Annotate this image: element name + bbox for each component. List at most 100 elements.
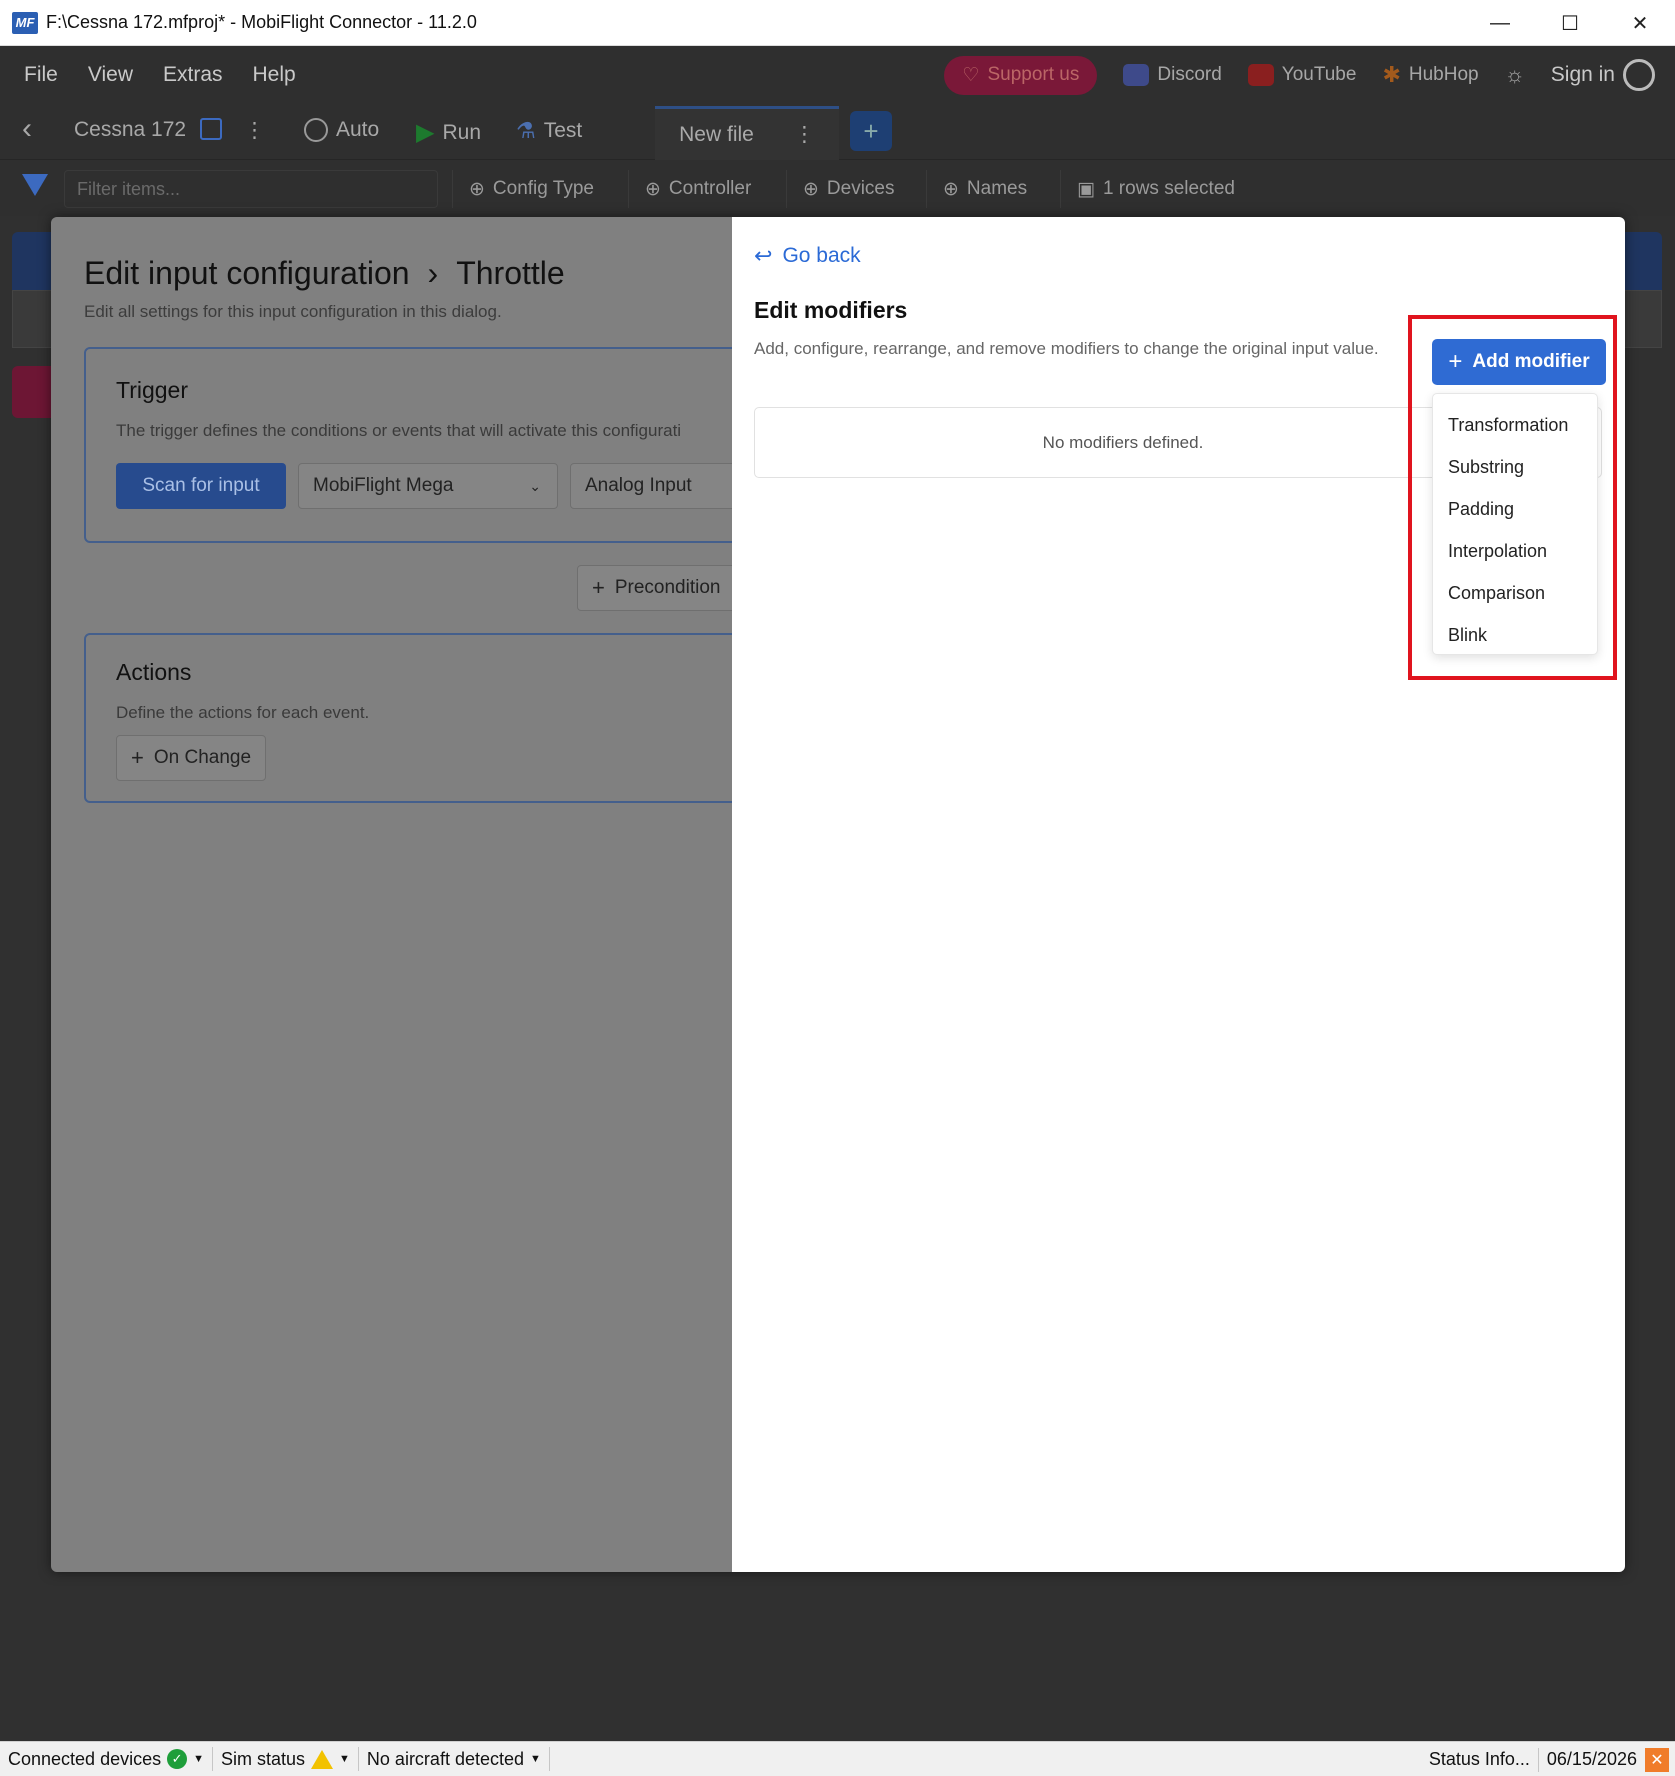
menu-view[interactable]: View — [88, 63, 133, 87]
edit-modifiers-title: Edit modifiers — [754, 297, 908, 323]
sign-in-button[interactable]: Sign in — [1551, 59, 1655, 91]
aircraft-label: No aircraft detected — [366, 1748, 524, 1769]
dialog-subtitle: Edit all settings for this input configu… — [84, 302, 502, 321]
tab-new-file[interactable]: New file ⋮ — [655, 106, 839, 160]
sim-status-label: Sim status — [221, 1748, 306, 1769]
dialog-title: Edit input configuration › Throttle — [84, 255, 565, 292]
caret-down-icon: ▼ — [193, 1753, 204, 1765]
menu-file[interactable]: File — [24, 63, 58, 87]
auto-button[interactable]: Auto — [304, 118, 379, 142]
user-icon — [1623, 59, 1655, 91]
modifier-type-dropdown: Transformation Substring Padding Interpo… — [1432, 393, 1598, 655]
edit-input-dialog: Edit input configuration › Throttle Edit… — [51, 217, 1625, 1572]
chip-names[interactable]: ⊕ Names — [926, 170, 1027, 208]
actions-description: Define the actions for each event. — [116, 703, 370, 722]
hubhop-link[interactable]: ✱ HubHop — [1382, 62, 1478, 88]
dropdown-item-blink[interactable]: Blink — [1433, 614, 1597, 656]
chip-label: Names — [966, 178, 1028, 199]
add-on-change-button[interactable]: + On Change — [116, 735, 267, 781]
select-box-icon: ▣ — [1077, 178, 1095, 200]
test-label: Test — [543, 119, 583, 142]
go-back-link[interactable]: ↩ Go back — [754, 243, 861, 269]
close-button[interactable]: ✕ — [1605, 0, 1675, 46]
warning-icon — [311, 1749, 334, 1769]
back-arrow-icon[interactable]: ‹ — [22, 112, 32, 146]
auto-label: Auto — [336, 118, 380, 141]
plus-icon: + — [1448, 348, 1463, 375]
connected-devices-status[interactable]: Connected devices ✓ ▼ — [0, 1747, 213, 1771]
chip-config-type[interactable]: ⊕ Config Type — [452, 170, 594, 208]
hubhop-label: HubHop — [1408, 64, 1479, 85]
on-change-label: On Change — [153, 747, 252, 768]
mobiflight-tray-icon: ✕ — [1645, 1747, 1669, 1772]
chip-label: Config Type — [492, 178, 594, 199]
status-bar: Connected devices ✓ ▼ Sim status ▼ No ai… — [0, 1741, 1675, 1776]
precondition-label: Precondition — [614, 577, 721, 598]
sim-status[interactable]: Sim status ▼ — [213, 1747, 359, 1771]
breadcrumb-throttle: Throttle — [456, 255, 565, 291]
play-icon: ▶ — [416, 119, 435, 146]
modifiers-pane: ↩ Go back Edit modifiers Add, configure,… — [732, 217, 1625, 1572]
plus-circle-icon: ⊕ — [469, 178, 485, 200]
trigger-title: Trigger — [116, 377, 188, 403]
dialog-left-pane: Edit input configuration › Throttle Edit… — [51, 217, 770, 1572]
scan-for-input-button[interactable]: Scan for input — [116, 463, 286, 509]
add-precondition-button[interactable]: + Precondition — [577, 565, 737, 611]
status-date: 06/15/2026 — [1539, 1748, 1645, 1772]
minimize-button[interactable]: — — [1465, 0, 1535, 46]
status-date-label: 06/15/2026 — [1546, 1749, 1637, 1769]
window-title: F:\Cessna 172.mfproj* - MobiFlight Conne… — [46, 12, 477, 32]
heart-icon: ♡ — [962, 64, 980, 86]
menu-extras[interactable]: Extras — [163, 63, 223, 87]
theme-toggle[interactable]: ☼ — [1505, 62, 1525, 88]
status-info[interactable]: Status Info... — [1421, 1747, 1539, 1772]
menu-bar: File View Extras Help ♡ Support us Disco… — [0, 46, 1675, 104]
aircraft-status[interactable]: No aircraft detected ▼ — [359, 1747, 550, 1771]
chevron-down-icon: ⌄ — [529, 477, 541, 494]
dropdown-item-transformation[interactable]: Transformation — [1433, 404, 1597, 446]
support-us-label: Support us — [987, 64, 1080, 85]
filter-input[interactable]: Filter items... — [64, 170, 438, 208]
chevron-right-icon: › — [427, 255, 439, 291]
auto-icon — [304, 118, 328, 142]
edit-modifiers-description: Add, configure, rearrange, and remove mo… — [754, 339, 1379, 358]
tab-label: New file — [679, 122, 754, 146]
rows-selected-label: 1 rows selected — [1102, 178, 1235, 199]
filter-icon — [22, 174, 48, 196]
caret-down-icon: ▼ — [530, 1753, 541, 1765]
project-menu-icon[interactable]: ⋮ — [244, 118, 265, 143]
menu-right-links: ♡ Support us Discord YouTube ✱ HubHop ☼ … — [944, 46, 1655, 104]
check-circle-icon: ✓ — [167, 1749, 188, 1769]
dropdown-item-substring[interactable]: Substring — [1433, 446, 1597, 488]
save-icon[interactable] — [200, 118, 222, 140]
maximize-button[interactable]: ☐ — [1535, 0, 1605, 46]
controller-select-value: MobiFlight Mega — [313, 475, 454, 496]
run-button[interactable]: ▶ Run — [416, 118, 481, 147]
empty-state-text: No modifiers defined. — [1042, 432, 1204, 452]
add-tab-button[interactable]: + — [850, 111, 892, 151]
discord-link[interactable]: Discord — [1123, 64, 1222, 86]
test-button[interactable]: ⚗ Test — [516, 118, 582, 144]
hubhop-icon: ✱ — [1382, 62, 1401, 87]
dropdown-item-padding[interactable]: Padding — [1433, 488, 1597, 530]
discord-icon — [1123, 64, 1150, 86]
dropdown-item-comparison[interactable]: Comparison — [1433, 572, 1597, 614]
run-label: Run — [442, 120, 481, 144]
plus-circle-icon: ⊕ — [943, 178, 959, 200]
youtube-icon — [1247, 64, 1274, 86]
chip-controller[interactable]: ⊕ Controller — [628, 170, 751, 208]
trigger-card: Trigger The trigger defines the conditio… — [84, 347, 770, 543]
controller-select[interactable]: MobiFlight Mega ⌄ — [298, 463, 558, 509]
filter-bar: Filter items... ⊕ Config Type ⊕ Controll… — [0, 160, 1675, 216]
return-arrow-icon: ↩ — [754, 243, 773, 268]
tab-menu-icon[interactable]: ⋮ — [794, 122, 815, 147]
caret-down-icon: ▼ — [339, 1753, 350, 1765]
chip-devices[interactable]: ⊕ Devices — [786, 170, 895, 208]
add-modifier-button[interactable]: + Add modifier — [1432, 339, 1606, 385]
menu-help[interactable]: Help — [253, 63, 296, 87]
connected-devices-label: Connected devices — [8, 1748, 162, 1769]
app-logo-icon: MF — [12, 11, 38, 34]
youtube-link[interactable]: YouTube — [1247, 64, 1356, 86]
dropdown-item-interpolation[interactable]: Interpolation — [1433, 530, 1597, 572]
support-us-button[interactable]: ♡ Support us — [944, 55, 1098, 95]
